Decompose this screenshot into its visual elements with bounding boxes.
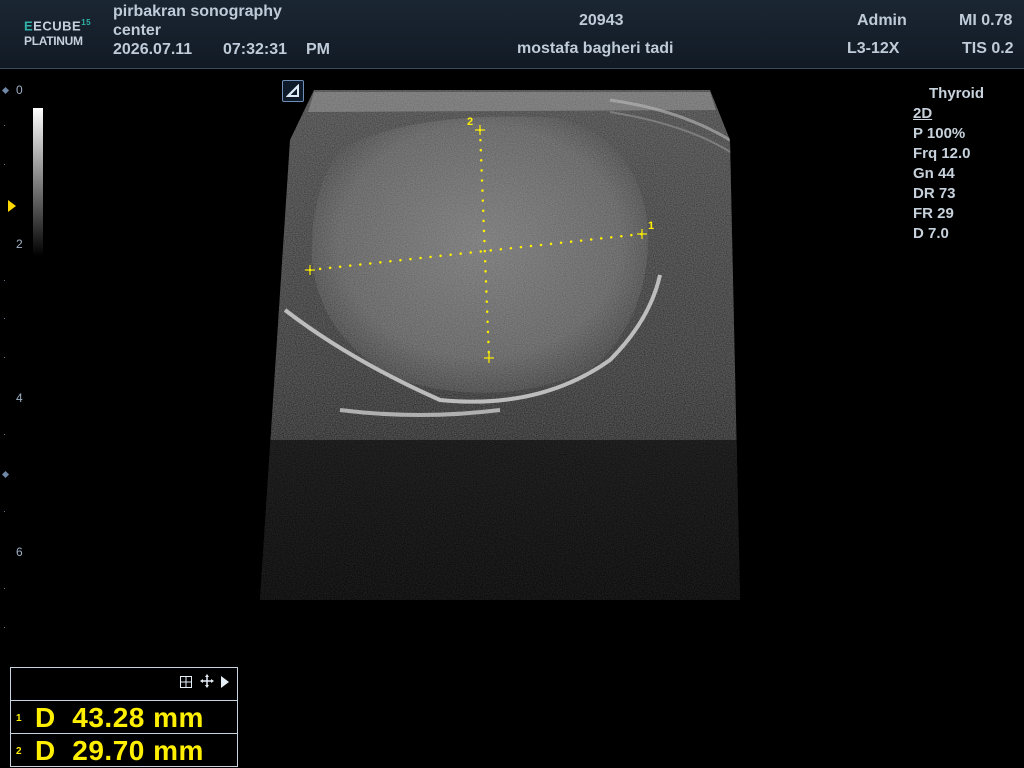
measurement-toolbar: [11, 668, 237, 701]
ruler-tick: ·: [3, 313, 6, 323]
measurement-value: D 43.28 mm: [35, 702, 204, 733]
imaging-mode: 2D: [913, 105, 933, 122]
measurement-panel: 1 D 43.28 mm 2 D 29.70 mm: [10, 667, 238, 767]
imaging-parameters: Thyroid 2D P 100% Frq 12.0 Gn 44 DR 73 F…: [913, 84, 984, 244]
grid-icon[interactable]: [180, 675, 192, 692]
param-frame-rate: FR 29: [913, 205, 954, 222]
measurement-index: 1: [16, 713, 22, 724]
ruler-tick: ·: [3, 429, 6, 439]
focus-marker-icon[interactable]: [8, 200, 16, 212]
play-arrow-icon[interactable]: [220, 675, 230, 692]
move-icon[interactable]: [200, 674, 214, 692]
param-gain: Gn 44: [913, 165, 955, 182]
ruler-tick: ·: [3, 622, 6, 632]
measurement-value: D 29.70 mm: [35, 735, 204, 766]
measurement-index: 2: [16, 746, 22, 757]
ruler-tick: ·: [3, 583, 6, 593]
grayscale-bar: [33, 108, 43, 256]
preset-name: Thyroid: [929, 85, 984, 102]
depth-label-4: 4: [16, 391, 23, 405]
measurement-row-2[interactable]: 2 D 29.70 mm: [11, 734, 237, 766]
param-dynamic-range: DR 73: [913, 185, 956, 202]
ruler-tick: ·: [3, 159, 6, 169]
ruler-tick: ·: [3, 275, 6, 285]
ruler-tick: ·: [3, 506, 6, 516]
probe-orientation-icon[interactable]: [282, 80, 304, 102]
caliper-label-1: 1: [648, 220, 654, 232]
param-depth: D 7.0: [913, 225, 949, 242]
ultrasound-image: 1 2: [260, 90, 740, 600]
param-power: P 100%: [913, 125, 966, 142]
ruler-tick: ·: [3, 120, 6, 130]
caliper-label-2: 2: [467, 116, 473, 128]
depth-label-2: 2: [16, 237, 23, 251]
depth-label-6: 6: [16, 545, 23, 559]
depth-label-0: 0: [16, 83, 23, 97]
measurement-row-1[interactable]: 1 D 43.28 mm: [11, 701, 237, 734]
ruler-tick: ·: [3, 352, 6, 362]
param-frequency: Frq 12.0: [913, 145, 971, 162]
